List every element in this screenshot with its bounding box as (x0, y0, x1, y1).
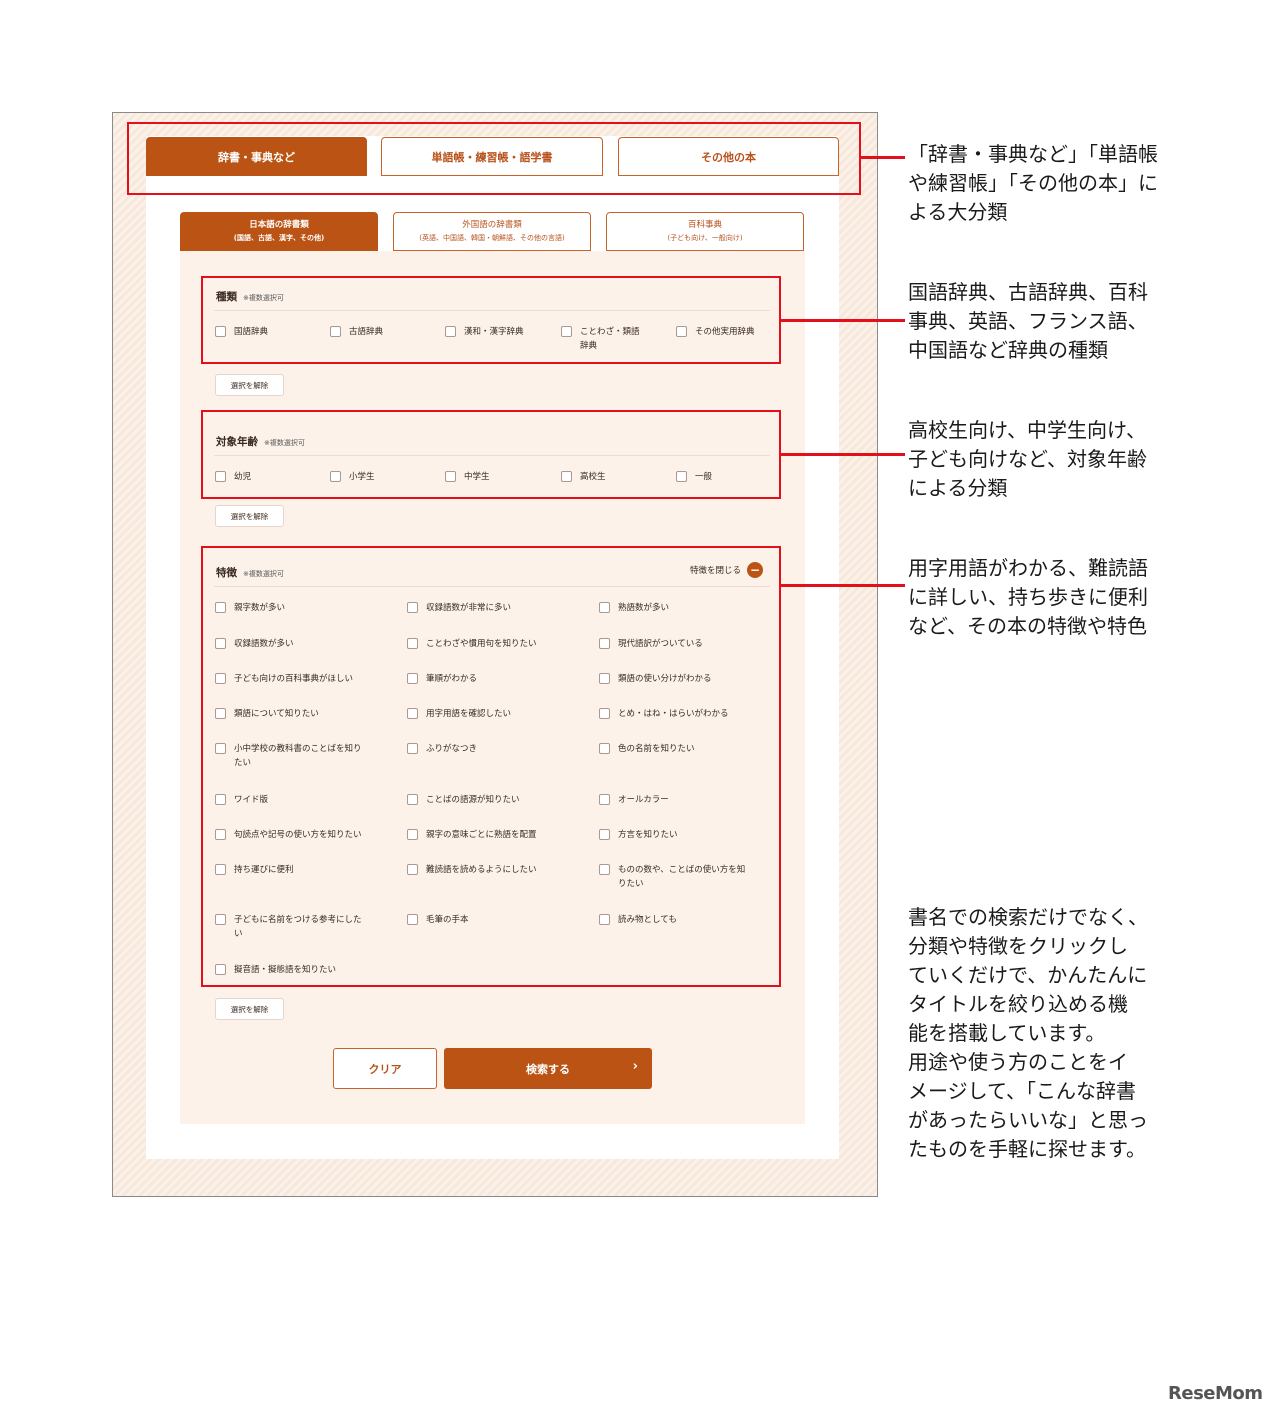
subtab-label: 百科事典 (687, 219, 722, 230)
annotation-line: 国語辞典、古語辞典、百科 (908, 280, 1148, 304)
annotation-line: タイトルを絞り込める機 (908, 992, 1128, 1016)
annotation-features: 用字用語がわかる、難読語 に詳しい、持ち歩きに便利 など、その本の特徴や特色 (908, 554, 1148, 641)
annotation-line: 書名での検索だけでなく、 (908, 905, 1148, 929)
highlight-age (201, 410, 781, 499)
annotation-connector (861, 156, 905, 159)
annotation-line: たものを手軽に探せます。 (908, 1137, 1146, 1161)
annotation-line: があったらいいな」と思っ (908, 1108, 1148, 1132)
annotation-connector (781, 453, 905, 456)
subtab-label: 外国語の辞書類 (462, 219, 522, 230)
annotation-line: 高校生向け、中学生向け、 (908, 418, 1146, 442)
annotation-line: など、その本の特徴や特色 (908, 614, 1147, 638)
chevron-right-icon: › (632, 1059, 638, 1074)
subtab-sublabel: (英語、中国語、韓国・朝鮮語、その他の言語) (419, 233, 565, 242)
highlight-main-tabs (127, 122, 861, 195)
annotation-line: に詳しい、持ち歩きに便利 (908, 585, 1148, 609)
subtab-encyclopedias[interactable]: 百科事典 (子ども向け、一般向け) (606, 212, 804, 251)
annotation-line: や練習帳」「その他の本」に (908, 171, 1158, 195)
search-button-label: 検索する (526, 1062, 570, 1076)
subtab-sublabel: (子ども向け、一般向け) (667, 233, 743, 242)
annotation-line: よる大分類 (908, 200, 1008, 224)
clear-selection-button[interactable]: 選択を解除 (215, 998, 284, 1020)
annotation-line: ていくだけで、かんたんに (908, 963, 1148, 987)
annotation-line: 「辞書・事典など」「単語帳 (908, 142, 1158, 166)
annotation-age: 高校生向け、中学生向け、 子ども向けなど、対象年齢 による分類 (908, 416, 1147, 503)
clear-selection-button[interactable]: 選択を解除 (215, 505, 284, 527)
annotation-line: 能を搭載しています。 (908, 1021, 1106, 1045)
annotation-kind: 国語辞典、古語辞典、百科 事典、英語、フランス語、 中国語など辞典の種類 (908, 278, 1148, 365)
annotation-main-categories: 「辞書・事典など」「単語帳 や練習帳」「その他の本」に よる大分類 (908, 140, 1158, 227)
search-button[interactable]: 検索する › (444, 1048, 652, 1089)
clear-selection-button[interactable]: 選択を解除 (215, 374, 284, 396)
resemom-logo: ReseMom (1168, 1383, 1263, 1404)
annotation-summary: 書名での検索だけでなく、 分類や特徴をクリックし ていくだけで、かんたんに タイ… (908, 903, 1148, 1164)
highlight-kind (201, 276, 781, 364)
annotation-line: 子ども向けなど、対象年齢 (908, 447, 1147, 471)
clear-button[interactable]: クリア (333, 1048, 437, 1089)
annotation-line: による分類 (908, 476, 1008, 500)
annotation-connector (781, 319, 905, 322)
subtab-japanese-dictionaries[interactable]: 日本語の辞書類 (国語、古語、漢字、その他) (180, 212, 378, 251)
highlight-features (201, 546, 781, 987)
annotation-line: 中国語など辞典の種類 (908, 338, 1108, 362)
annotation-line: メージして、「こんな辞書 (908, 1079, 1136, 1103)
subtab-foreign-dictionaries[interactable]: 外国語の辞書類 (英語、中国語、韓国・朝鮮語、その他の言語) (393, 212, 591, 251)
subtab-sublabel: (国語、古語、漢字、その他) (233, 233, 325, 242)
annotation-line: 分類や特徴をクリックし (908, 934, 1128, 958)
subtab-label: 日本語の辞書類 (249, 219, 309, 230)
annotation-line: 用字用語がわかる、難読語 (908, 556, 1148, 580)
annotation-line: 用途や使う方のことをイ (908, 1050, 1128, 1074)
annotation-connector (781, 584, 905, 587)
annotation-line: 事典、英語、フランス語、 (908, 309, 1148, 333)
